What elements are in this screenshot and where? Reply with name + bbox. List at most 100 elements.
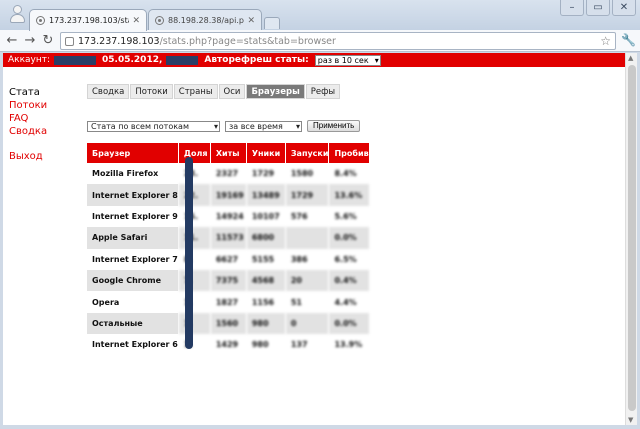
scroll-down-arrow-icon[interactable]: ▼ [628, 416, 633, 424]
table-cell [285, 227, 330, 249]
tab-browsers[interactable]: Браузеры [246, 84, 305, 99]
table-cell: 19169 [210, 184, 247, 206]
table-cell: Internet Explorer 8 [87, 184, 179, 206]
date-text: 05.05.2012, [102, 55, 163, 65]
browser-toolbar: ← → ↻ 173.237.198.103/stats.php?page=sta… [0, 30, 640, 52]
table-cell: 16. [178, 205, 211, 228]
tab-title: 88.198.28.38/api.php?action [168, 16, 244, 25]
col-uniques[interactable]: Уники [246, 143, 286, 163]
sidebar-item-summary[interactable]: Сводка [9, 125, 47, 138]
table-cell: 11. [178, 227, 211, 249]
table-cell: 1. [178, 334, 211, 356]
reload-icon[interactable]: ↻ [40, 33, 56, 49]
stream-select[interactable]: Стата по всем потокам [87, 120, 220, 132]
table-cell: 6800 [246, 227, 286, 249]
stats-subtabs: Сводка Потоки Страны Оси Браузеры Рефы [87, 84, 341, 99]
table-cell: 14924 [210, 205, 247, 228]
col-hits[interactable]: Хиты [210, 143, 247, 163]
sidebar-item-stats[interactable]: Стата [9, 86, 47, 99]
account-redaction [54, 55, 97, 65]
table-cell: 386 [285, 248, 330, 270]
globe-icon [155, 16, 164, 25]
table-row: Internet Explorer 61.142998013713.9% [87, 334, 370, 356]
minimize-button[interactable]: – [560, 0, 584, 16]
table-cell: 1827 [210, 291, 247, 313]
browser-tab-strip: 173.237.198.103/stats.php?p ✕ 88.198.28.… [0, 0, 640, 31]
table-cell: Internet Explorer 6 [87, 334, 179, 356]
wrench-menu-icon[interactable]: 🔧 [621, 33, 636, 47]
table-cell: 5.6% [328, 205, 370, 228]
filters-row: Стата по всем потокам за все время Приме… [87, 120, 361, 132]
tab-countries[interactable]: Страны [173, 84, 218, 99]
table-cell: Internet Explorer 9 [87, 205, 179, 228]
bookmark-star-icon[interactable]: ☆ [600, 34, 611, 48]
page-scrollbar[interactable]: ▲ ▼ [625, 53, 637, 425]
new-tab-button[interactable] [264, 17, 280, 29]
forward-arrow-icon[interactable]: → [22, 33, 38, 49]
browser-tab-api[interactable]: 88.198.28.38/api.php?action ✕ [148, 9, 262, 31]
table-cell: 4568 [246, 269, 286, 292]
table-body: Mozilla Firefox28.2327172915808.4%Intern… [87, 163, 370, 356]
account-label: Аккаунт: [8, 55, 51, 65]
address-bar[interactable]: 173.237.198.103/stats.php?page=stats&tab… [60, 32, 616, 50]
table-cell: 8.4% [328, 163, 370, 185]
sidebar-item-streams[interactable]: Потоки [9, 99, 47, 112]
table-cell: Google Chrome [87, 269, 179, 292]
close-tab-icon[interactable]: ✕ [247, 16, 255, 26]
tab-os[interactable]: Оси [218, 84, 246, 99]
table-row: Mozilla Firefox28.2327172915808.4% [87, 163, 370, 185]
table-cell: 980 [246, 312, 286, 335]
sidebar-item-faq[interactable]: FAQ [9, 112, 47, 125]
table-cell: 1. [178, 312, 211, 335]
maximize-button[interactable]: ▭ [586, 0, 610, 16]
close-window-button[interactable]: ✕ [612, 0, 636, 16]
table-cell: Apple Safari [87, 227, 179, 249]
col-launches[interactable]: Запуски [285, 143, 330, 163]
table-cell: 1729 [246, 163, 286, 185]
table-row: Остальные1.156098000.0% [87, 312, 370, 335]
table-cell: Mozilla Firefox [87, 163, 179, 185]
table-cell: 11573 [210, 227, 247, 249]
table-cell: 4.4% [328, 291, 370, 313]
col-share[interactable]: Доля [178, 143, 211, 163]
autorefresh-label: Авторефреш статы: [204, 55, 309, 65]
profile-avatar-icon[interactable] [8, 4, 26, 24]
autorefresh-select[interactable]: раз в 10 сек [314, 54, 381, 66]
tab-summary[interactable]: Сводка [87, 84, 130, 99]
table-cell: 13.9% [328, 334, 370, 356]
table-cell: 10107 [246, 205, 286, 228]
col-browser[interactable]: Браузер [87, 143, 179, 163]
table-cell: 1729 [285, 184, 330, 206]
table-cell: 1156 [246, 291, 286, 313]
globe-icon [36, 16, 45, 25]
scroll-up-arrow-icon[interactable]: ▲ [628, 54, 633, 62]
table-row: Apple Safari11.115736800 0.0% [87, 227, 370, 249]
scrollbar-thumb[interactable] [628, 65, 636, 411]
browser-stats-table: Браузер Доля Хиты Уники Запуски Пробив M… [87, 143, 370, 356]
table-cell: 28. [178, 163, 211, 185]
table-cell: 8. [178, 248, 211, 270]
page-viewport: Аккаунт: 05.05.2012, Авторефреш статы: р… [3, 53, 625, 425]
table-cell: 22. [178, 184, 211, 206]
time-redaction [166, 55, 199, 65]
table-cell: 5155 [246, 248, 286, 270]
tab-referrers[interactable]: Рефы [305, 84, 341, 99]
sidebar-item-logout[interactable]: Выход [9, 150, 47, 163]
close-tab-icon[interactable]: ✕ [132, 16, 140, 26]
window-controls: – ▭ ✕ [560, 0, 636, 16]
back-arrow-icon[interactable]: ← [4, 33, 20, 49]
table-cell: Opera [87, 291, 179, 313]
apply-button[interactable]: Применить [307, 120, 361, 132]
browser-tab-stats[interactable]: 173.237.198.103/stats.php?p ✕ [29, 9, 147, 31]
table-cell: 20 [285, 269, 330, 292]
table-cell: Остальные [87, 312, 179, 335]
tab-streams[interactable]: Потоки [130, 84, 173, 99]
table-header-row: Браузер Доля Хиты Уники Запуски Пробив [87, 143, 370, 163]
table-cell: 0.4% [328, 269, 370, 292]
table-cell: 137 [285, 334, 330, 356]
period-select[interactable]: за все время [225, 120, 302, 132]
table-row: Opera1.18271156514.4% [87, 291, 370, 313]
col-rate[interactable]: Пробив [328, 143, 370, 163]
page-icon [65, 36, 74, 46]
table-cell: 7. [178, 269, 211, 292]
